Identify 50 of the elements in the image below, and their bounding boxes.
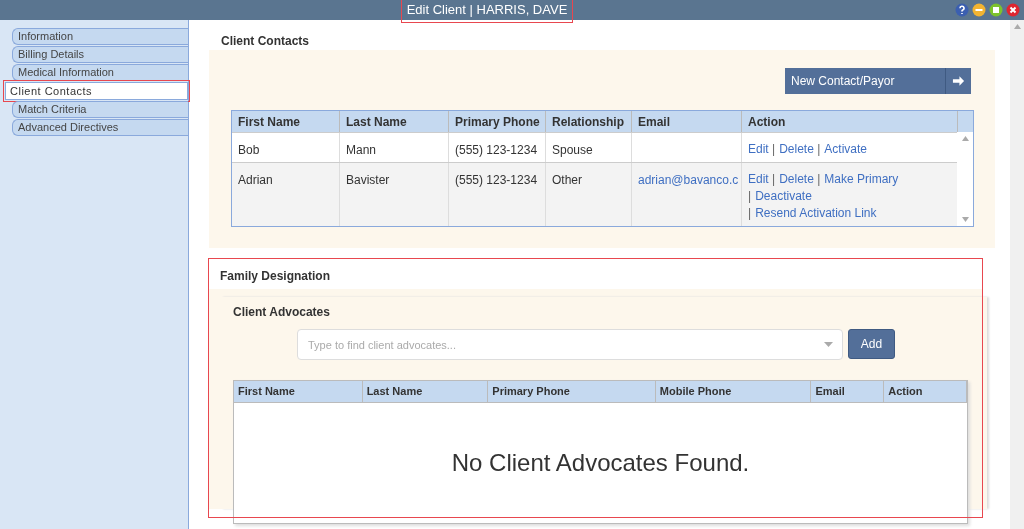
section-heading: Client Advocates: [233, 304, 331, 321]
separator: |: [817, 142, 821, 156]
table-cell: Other: [552, 173, 582, 187]
action-link[interactable]: Make Primary: [824, 172, 899, 186]
table-cell: Adrian: [238, 173, 273, 187]
column-header: Email: [811, 381, 885, 402]
close-icon[interactable]: [1006, 3, 1020, 17]
column-header: Mobile Phone: [655, 381, 812, 402]
table-cell: Mann: [346, 143, 377, 157]
column-header: Last Name: [362, 381, 489, 402]
separator: |: [748, 206, 752, 220]
sidebar-tab[interactable]: Client Contacts: [5, 82, 188, 100]
action-link[interactable]: Edit: [748, 142, 769, 156]
separator: |: [817, 172, 821, 186]
table-cell: Bob: [238, 143, 260, 157]
dropdown-caret-icon: [824, 342, 833, 347]
help-icon[interactable]: [955, 3, 969, 17]
action-link[interactable]: Delete: [779, 142, 814, 156]
table-cell: Spouse: [552, 143, 593, 157]
column-header: Action: [884, 381, 967, 402]
table-cell: Bavister: [346, 173, 390, 187]
separator: |: [772, 172, 776, 186]
add-button[interactable]: Add: [848, 329, 895, 359]
action-link[interactable]: Delete: [779, 172, 814, 186]
sidebar-tab[interactable]: Information: [12, 28, 188, 45]
separator: |: [748, 189, 752, 203]
minimize-icon[interactable]: [972, 3, 986, 17]
table-cell: (555) 123-1234: [455, 173, 538, 187]
table-cell: (555) 123-1234: [455, 143, 538, 157]
scroll-down-icon[interactable]: [961, 217, 969, 222]
scrollbar[interactable]: [1010, 20, 1024, 529]
search-field[interactable]: Type to find client advocates...: [297, 329, 843, 360]
action-link[interactable]: Deactivate: [755, 189, 812, 203]
sidebar-tab[interactable]: Match Criteria: [12, 101, 188, 118]
sidebar-tab[interactable]: Advanced Directives: [12, 119, 188, 136]
window-title: Edit Client | HARRIS, DAVE: [401, 0, 573, 22]
action-link[interactable]: Resend Activation Link: [755, 206, 877, 220]
scroll-up-icon[interactable]: [961, 136, 969, 141]
section-heading: Client Contacts: [220, 33, 310, 50]
empty-message: No Client Advocates Found.: [451, 448, 750, 478]
new-contact-button[interactable]: New Contact/Payor: [785, 68, 971, 94]
scroll-up-icon[interactable]: [1013, 24, 1021, 29]
sidebar-tab[interactable]: Billing Details: [12, 46, 188, 63]
action-link[interactable]: Edit: [748, 172, 769, 186]
action-link[interactable]: Activate: [824, 142, 867, 156]
email-link[interactable]: adrian@bavanco.c: [638, 173, 739, 187]
column-header: First Name: [234, 381, 363, 402]
separator: |: [772, 142, 776, 156]
maximize-icon[interactable]: [989, 3, 1003, 17]
column-header: Primary Phone: [488, 381, 656, 402]
